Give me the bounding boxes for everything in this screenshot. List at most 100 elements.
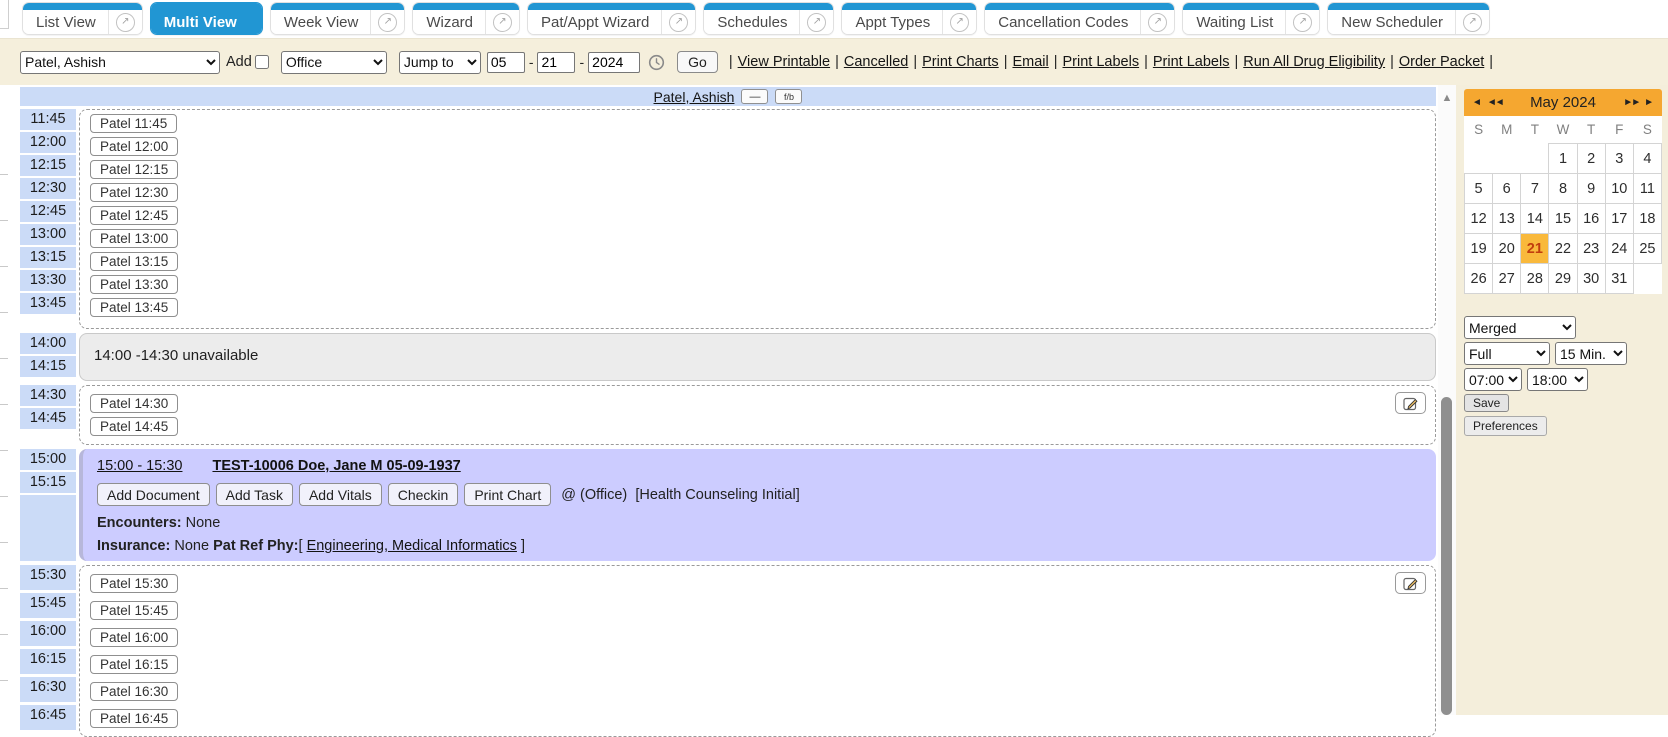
slot-button-patel-16-30[interactable]: Patel 16:30	[90, 682, 178, 701]
tab-appt-types[interactable]: Appt Types↗	[841, 2, 977, 35]
go-button[interactable]: Go	[677, 51, 718, 73]
slot-button-patel-13-30[interactable]: Patel 13:30	[90, 275, 178, 294]
slot-button-patel-12-00[interactable]: Patel 12:00	[90, 137, 178, 156]
external-link-icon[interactable]: ↗	[370, 10, 404, 34]
appointment-time-link[interactable]: 15:00 - 15:30	[97, 458, 182, 474]
tab-waiting-list[interactable]: Waiting List↗	[1182, 2, 1320, 35]
preferences-button[interactable]: Preferences	[1464, 416, 1547, 436]
calendar-day-10[interactable]: 10	[1605, 174, 1633, 204]
facility-select[interactable]: Office	[281, 51, 387, 74]
patient-link[interactable]: TEST-10006 Doe, Jane M 05-09-1937	[212, 458, 460, 474]
calendar-day-8[interactable]: 8	[1549, 174, 1577, 204]
day-input[interactable]	[537, 52, 575, 73]
calendar-next-single-icon[interactable]: ►	[1644, 97, 1654, 108]
slot-button-patel-12-15[interactable]: Patel 12:15	[90, 160, 178, 179]
toolbar-link-run-all-drug-eligibility[interactable]: Run All Drug Eligibility	[1243, 54, 1385, 70]
interval-select[interactable]: 15 Min.	[1555, 342, 1627, 365]
jump-to-select[interactable]: Jump to	[399, 51, 481, 74]
tab-cancellation-codes[interactable]: Cancellation Codes↗	[984, 2, 1175, 35]
calendar-day-20[interactable]: 20	[1493, 234, 1521, 264]
slot-button-patel-15-30[interactable]: Patel 15:30	[90, 574, 178, 593]
checkin-button[interactable]: Checkin	[388, 483, 459, 506]
edit-icon[interactable]	[1395, 572, 1426, 594]
external-link-icon[interactable]: ↗	[485, 10, 519, 34]
tab-wizard[interactable]: Wizard↗	[412, 2, 520, 35]
calendar-day-30[interactable]: 30	[1577, 264, 1605, 294]
external-link-icon[interactable]: ↗	[108, 10, 142, 34]
tab-week-view[interactable]: Week View↗	[270, 2, 405, 35]
external-link-icon[interactable]: ↗	[1285, 10, 1319, 34]
zoom-level-select[interactable]: Full	[1464, 342, 1550, 365]
provider-select[interactable]: Patel, Ashish	[20, 51, 220, 74]
tab-schedules[interactable]: Schedules↗	[703, 2, 834, 35]
calendar-day-21[interactable]: 21	[1521, 234, 1549, 264]
calendar-day-18[interactable]: 18	[1633, 204, 1661, 234]
slot-button-patel-12-30[interactable]: Patel 12:30	[90, 183, 178, 202]
calendar-day-28[interactable]: 28	[1521, 264, 1549, 294]
fb-button[interactable]: f/b	[775, 89, 802, 104]
calendar-day-23[interactable]: 23	[1577, 234, 1605, 264]
calendar-day-19[interactable]: 19	[1465, 234, 1493, 264]
calendar-day-13[interactable]: 13	[1493, 204, 1521, 234]
add-document-button[interactable]: Add Document	[97, 483, 210, 506]
toolbar-link-cancelled[interactable]: Cancelled	[844, 54, 909, 70]
calendar-prev-single-icon[interactable]: ◄	[1472, 97, 1482, 108]
calendar-day-3[interactable]: 3	[1605, 144, 1633, 174]
add-task-button[interactable]: Add Task	[216, 483, 293, 506]
referring-physician-link[interactable]: Engineering, Medical Informatics	[307, 538, 517, 554]
calendar-day-22[interactable]: 22	[1549, 234, 1577, 264]
slot-button-patel-14-30[interactable]: Patel 14:30	[90, 394, 178, 413]
calendar-day-29[interactable]: 29	[1549, 264, 1577, 294]
toolbar-link-order-packet[interactable]: Order Packet	[1399, 54, 1484, 70]
save-button[interactable]: Save	[1464, 394, 1509, 412]
external-link-icon[interactable]: ↗	[942, 10, 976, 34]
toolbar-link-email[interactable]: Email	[1012, 54, 1048, 70]
tab-new-scheduler[interactable]: New Scheduler↗	[1327, 2, 1490, 35]
start-time-select[interactable]: 07:00	[1464, 368, 1522, 391]
slot-button-patel-16-00[interactable]: Patel 16:00	[90, 628, 178, 647]
toolbar-link-print-charts[interactable]: Print Charts	[922, 54, 999, 70]
external-link-icon[interactable]: ↗	[1455, 10, 1489, 34]
calendar-day-11[interactable]: 11	[1633, 174, 1661, 204]
slot-button-patel-13-00[interactable]: Patel 13:00	[90, 229, 178, 248]
tab-multi-view[interactable]: Multi View	[150, 2, 263, 35]
slot-button-patel-13-15[interactable]: Patel 13:15	[90, 252, 178, 271]
view-mode-select[interactable]: Merged	[1464, 316, 1576, 339]
toolbar-link-print-labels[interactable]: Print Labels	[1063, 54, 1140, 70]
minimize-button[interactable]: —	[741, 89, 768, 104]
calendar-next-double-icon[interactable]: ►►	[1623, 97, 1639, 108]
calendar-day-31[interactable]: 31	[1605, 264, 1633, 294]
end-time-select[interactable]: 18:00	[1527, 368, 1588, 391]
calendar-day-1[interactable]: 1	[1549, 144, 1577, 174]
print-chart-button[interactable]: Print Chart	[464, 483, 551, 506]
calendar-day-17[interactable]: 17	[1605, 204, 1633, 234]
calendar-day-27[interactable]: 27	[1493, 264, 1521, 294]
calendar-day-4[interactable]: 4	[1633, 144, 1661, 174]
external-link-icon[interactable]: ↗	[799, 10, 833, 34]
calendar-day-6[interactable]: 6	[1493, 174, 1521, 204]
scroll-thumb[interactable]	[1441, 397, 1452, 715]
calendar-day-14[interactable]: 14	[1521, 204, 1549, 234]
add-checkbox[interactable]	[255, 55, 269, 69]
vertical-scrollbar[interactable]: ▲	[1438, 85, 1456, 715]
external-link-icon[interactable]: ↗	[661, 10, 695, 34]
calendar-day-15[interactable]: 15	[1549, 204, 1577, 234]
toolbar-link-print-labels[interactable]: Print Labels	[1153, 54, 1230, 70]
calendar-day-9[interactable]: 9	[1577, 174, 1605, 204]
calendar-day-26[interactable]: 26	[1465, 264, 1493, 294]
edit-icon[interactable]	[1395, 392, 1426, 414]
external-link-icon[interactable]: ↗	[1140, 10, 1174, 34]
calendar-day-12[interactable]: 12	[1465, 204, 1493, 234]
calendar-day-25[interactable]: 25	[1633, 234, 1661, 264]
slot-button-patel-13-45[interactable]: Patel 13:45	[90, 298, 178, 317]
toolbar-link-view-printable[interactable]: View Printable	[738, 54, 830, 70]
slot-button-patel-14-45[interactable]: Patel 14:45	[90, 417, 178, 436]
calendar-prev-double-icon[interactable]: ◄◄	[1487, 97, 1503, 108]
slot-button-patel-12-45[interactable]: Patel 12:45	[90, 206, 178, 225]
slot-button-patel-15-45[interactable]: Patel 15:45	[90, 601, 178, 620]
add-vitals-button[interactable]: Add Vitals	[299, 483, 382, 506]
calendar-day-16[interactable]: 16	[1577, 204, 1605, 234]
calendar-day-2[interactable]: 2	[1577, 144, 1605, 174]
clock-icon[interactable]	[648, 54, 665, 71]
calendar-day-24[interactable]: 24	[1605, 234, 1633, 264]
